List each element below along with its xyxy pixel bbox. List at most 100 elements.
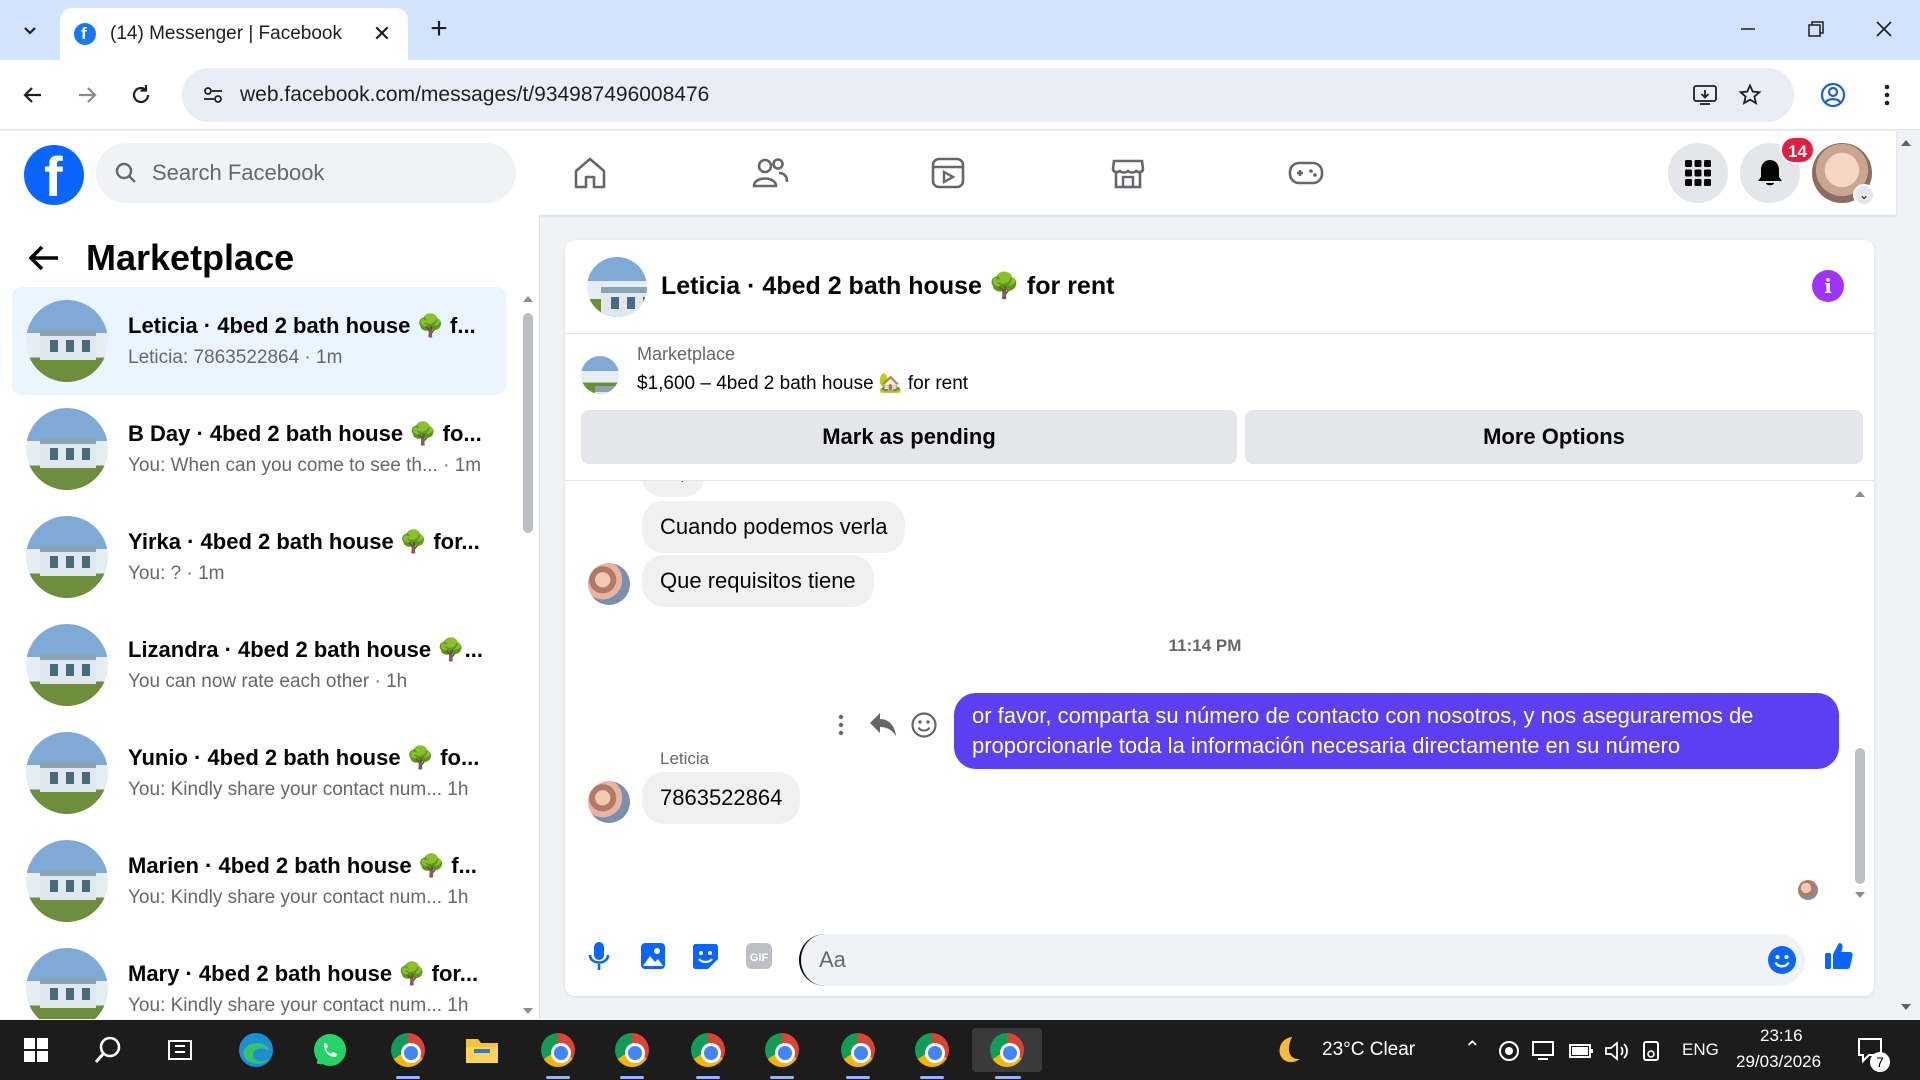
nav-marketplace[interactable] <box>1106 151 1150 195</box>
device-icon[interactable] <box>1640 1040 1662 1062</box>
browser-tab[interactable]: (14) Messenger | Facebook ✕ <box>60 8 408 60</box>
taskbar-chrome-active[interactable] <box>972 1028 1042 1072</box>
voice-clip-button[interactable] <box>583 940 615 972</box>
reply-icon[interactable] <box>869 711 897 737</box>
tray-app-icon[interactable] <box>1498 1040 1520 1062</box>
conversation-preview: You: ? · 1m <box>128 563 225 584</box>
gif-button[interactable]: GIF <box>743 940 775 972</box>
taskbar-chrome[interactable] <box>754 1028 810 1072</box>
like-button[interactable] <box>1823 940 1855 972</box>
clock-time[interactable]: 23:16 <box>1760 1026 1803 1046</box>
page-scroll-down-icon[interactable] <box>1899 1000 1913 1014</box>
message-more-icon[interactable] <box>837 713 845 737</box>
listing-avatar[interactable] <box>587 256 647 317</box>
clock-date[interactable]: 29/03/2026 <box>1736 1052 1821 1072</box>
browser-menu-button[interactable] <box>1870 78 1904 112</box>
scroll-up-arrow-icon[interactable] <box>522 293 534 305</box>
attach-photo-button[interactable] <box>637 940 669 972</box>
listing-price: $1,600 – 4bed 2 bath house 🏡 for rent <box>637 373 969 394</box>
forward-button[interactable] <box>70 78 104 112</box>
search-icon <box>115 162 136 183</box>
nav-friends[interactable] <box>748 151 792 195</box>
task-view-button[interactable] <box>152 1028 208 1072</box>
restore-button[interactable] <box>1796 14 1836 44</box>
listing-thumbnail <box>26 948 108 1019</box>
scroll-down-arrow-icon[interactable] <box>522 1005 534 1017</box>
chat-scroll-down-icon[interactable] <box>1854 889 1866 901</box>
taskbar-edge[interactable] <box>228 1028 284 1072</box>
install-app-button[interactable] <box>1692 68 1718 122</box>
minimize-button[interactable] <box>1728 14 1768 44</box>
tab-close-icon[interactable]: ✕ <box>370 21 394 47</box>
conversation-preview: You can now rate each other · 1h <box>128 671 408 692</box>
running-indicator <box>770 1076 794 1079</box>
chat-scrollbar[interactable] <box>1855 748 1865 884</box>
weather-text[interactable]: 23°C Clear <box>1322 1039 1415 1061</box>
url-text[interactable]: web.facebook.com/messages/t/934987496008… <box>240 83 709 107</box>
taskbar-chrome[interactable] <box>830 1028 886 1072</box>
language-indicator[interactable]: ENG <box>1682 1040 1719 1060</box>
facebook-logo-icon[interactable]: f <box>24 145 84 205</box>
address-bar[interactable]: web.facebook.com/messages/t/934987496008… <box>182 68 1794 122</box>
react-smiley-icon[interactable] <box>910 711 938 739</box>
emoji-icon[interactable] <box>1767 945 1797 975</box>
conversation-item[interactable]: Mary · 4bed 2 bath house 🌳 for... You: K… <box>12 935 506 1019</box>
taskbar-chrome[interactable] <box>604 1028 660 1072</box>
chat-title[interactable]: Leticia · 4bed 2 bath house 🌳 for rent <box>661 272 1114 301</box>
tray-chevron-up-icon[interactable]: ⌃ <box>1464 1036 1481 1061</box>
more-options-button[interactable]: More Options <box>1245 410 1863 464</box>
sender-avatar[interactable] <box>588 563 630 605</box>
conversation-sidebar: Marketplace Leticia · 4bed 2 bath house … <box>0 215 540 1019</box>
message-composer: GIF Aa <box>565 916 1874 996</box>
conversation-item[interactable]: Yunio · 4bed 2 bath house 🌳 fo... You: K… <box>12 719 506 827</box>
nav-gaming[interactable] <box>1284 151 1328 195</box>
profile-button[interactable] <box>1816 78 1850 112</box>
chrome-icon <box>990 1033 1024 1067</box>
weather-widget[interactable] <box>1266 1028 1310 1072</box>
site-settings-icon[interactable] <box>202 84 224 106</box>
conversation-item[interactable]: Yirka · 4bed 2 bath house 🌳 for... You: … <box>12 503 506 611</box>
arrow-left-icon <box>23 87 41 103</box>
menu-button[interactable] <box>1668 143 1728 203</box>
chat-panel: Leticia · 4bed 2 bath house 🌳 for rent i… <box>565 240 1874 996</box>
chat-scroll-up-icon[interactable] <box>1854 488 1866 500</box>
listing-summary[interactable]: Marketplace $1,600 – 4bed 2 bath house 🏡… <box>581 344 968 395</box>
conversation-item[interactable]: Leticia · 4bed 2 bath house 🌳 f... Letic… <box>12 287 506 395</box>
mark-as-pending-button[interactable]: Mark as pending <box>581 410 1237 464</box>
sticker-button[interactable] <box>689 940 721 972</box>
chrome-icon <box>391 1033 425 1067</box>
taskbar-chrome[interactable] <box>680 1028 736 1072</box>
running-indicator <box>696 1076 720 1079</box>
network-icon[interactable] <box>1532 1040 1558 1062</box>
bookmark-button[interactable] <box>1738 68 1762 122</box>
conversation-item[interactable]: B Day · 4bed 2 bath house 🌳 fo... You: W… <box>12 395 506 503</box>
nav-home[interactable] <box>568 151 612 195</box>
message-list: Si, Cuando podemos verla Que requisitos … <box>565 481 1874 911</box>
volume-icon[interactable] <box>1604 1040 1630 1062</box>
taskbar-chrome[interactable] <box>380 1028 436 1072</box>
tab-search-button[interactable] <box>12 14 48 48</box>
close-window-button[interactable] <box>1864 14 1904 44</box>
conversation-item[interactable]: Lizandra · 4bed 2 bath house 🌳... You ca… <box>12 611 506 719</box>
listing-thumbnail <box>26 408 108 490</box>
new-tab-button[interactable]: + <box>424 14 454 44</box>
conversation-item[interactable]: Marien · 4bed 2 bath house 🌳 f... You: K… <box>12 827 506 935</box>
sidebar-scrollbar[interactable] <box>523 313 533 533</box>
taskbar-chrome[interactable] <box>530 1028 586 1072</box>
taskbar-chrome[interactable] <box>904 1028 960 1072</box>
message-input[interactable]: Aa <box>799 934 1805 986</box>
start-button[interactable] <box>8 1028 64 1072</box>
page-scroll-up-icon[interactable] <box>1899 136 1913 150</box>
reload-button[interactable] <box>124 78 158 112</box>
nav-video[interactable] <box>926 151 970 195</box>
facebook-search[interactable]: Search Facebook <box>96 143 516 203</box>
account-chevron-icon[interactable]: ⌄ <box>1853 184 1875 206</box>
info-icon[interactable]: i <box>1812 270 1844 302</box>
back-arrow-icon[interactable] <box>28 244 60 272</box>
taskbar-whatsapp[interactable] <box>302 1028 358 1072</box>
battery-icon[interactable] <box>1568 1040 1596 1062</box>
sender-avatar[interactable] <box>588 781 630 823</box>
taskbar-file-explorer[interactable] <box>454 1028 510 1072</box>
back-button[interactable] <box>16 78 50 112</box>
taskbar-search-button[interactable] <box>80 1028 136 1072</box>
